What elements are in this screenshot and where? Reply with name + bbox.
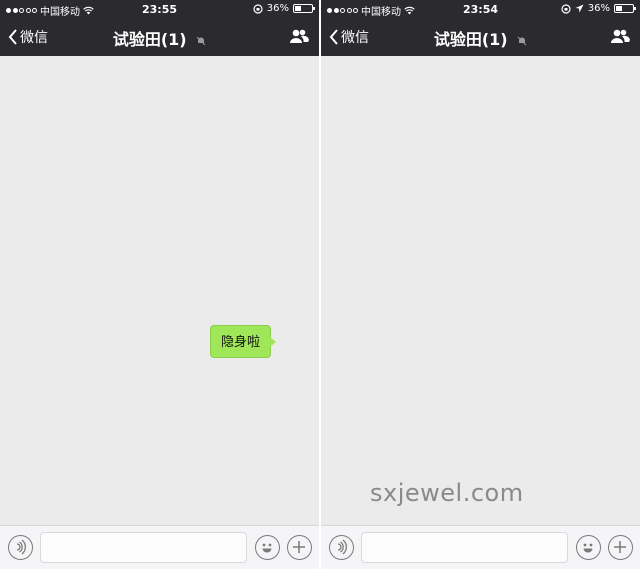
- message-input[interactable]: [361, 532, 568, 563]
- message-bubble[interactable]: 隐身啦: [210, 325, 277, 358]
- rotation-lock-icon: [253, 3, 263, 14]
- chat-area: [321, 56, 640, 525]
- plus-icon[interactable]: [287, 535, 312, 560]
- input-bar: [0, 525, 319, 569]
- battery-percent: 36%: [587, 3, 610, 14]
- people-icon[interactable]: [610, 28, 630, 44]
- battery-icon: [614, 4, 636, 13]
- mute-bell-icon: [196, 36, 206, 46]
- emoji-icon[interactable]: [576, 535, 601, 560]
- mute-bell-icon: [517, 36, 527, 46]
- voice-icon[interactable]: [329, 535, 354, 560]
- battery-icon: [293, 4, 315, 13]
- left-phone: 中国移动 23:55 36% 微信 试验田(1) 隐身啦: [0, 0, 319, 569]
- people-icon[interactable]: [289, 28, 309, 44]
- chat-title-text: 试验田(1): [112, 30, 187, 49]
- chat-title: 试验田(1): [0, 26, 319, 50]
- nav-bar: 微信 试验田(1): [0, 18, 319, 56]
- status-bar: 中国移动 23:54 36%: [321, 0, 640, 18]
- watermark-text: sxjewel.com: [370, 479, 524, 507]
- location-arrow-icon: [575, 4, 584, 13]
- status-right-group: 36%: [253, 3, 315, 14]
- nav-bar: 微信 试验田(1): [321, 18, 640, 56]
- chat-title-text: 试验田(1): [433, 30, 508, 49]
- rotation-lock-icon: [561, 3, 571, 14]
- chat-title: 试验田(1): [321, 26, 640, 50]
- message-input[interactable]: [40, 532, 247, 563]
- plus-icon[interactable]: [608, 535, 633, 560]
- input-bar: [321, 525, 640, 569]
- status-bar: 中国移动 23:55 36%: [0, 0, 319, 18]
- voice-icon[interactable]: [8, 535, 33, 560]
- status-right-group: 36%: [561, 3, 636, 14]
- battery-percent: 36%: [266, 3, 289, 14]
- chat-area: 隐身啦: [0, 56, 319, 525]
- emoji-icon[interactable]: [255, 535, 280, 560]
- screenshot: 中国移动 23:55 36% 微信 试验田(1) 隐身啦 中国移动 23:54 …: [0, 0, 640, 569]
